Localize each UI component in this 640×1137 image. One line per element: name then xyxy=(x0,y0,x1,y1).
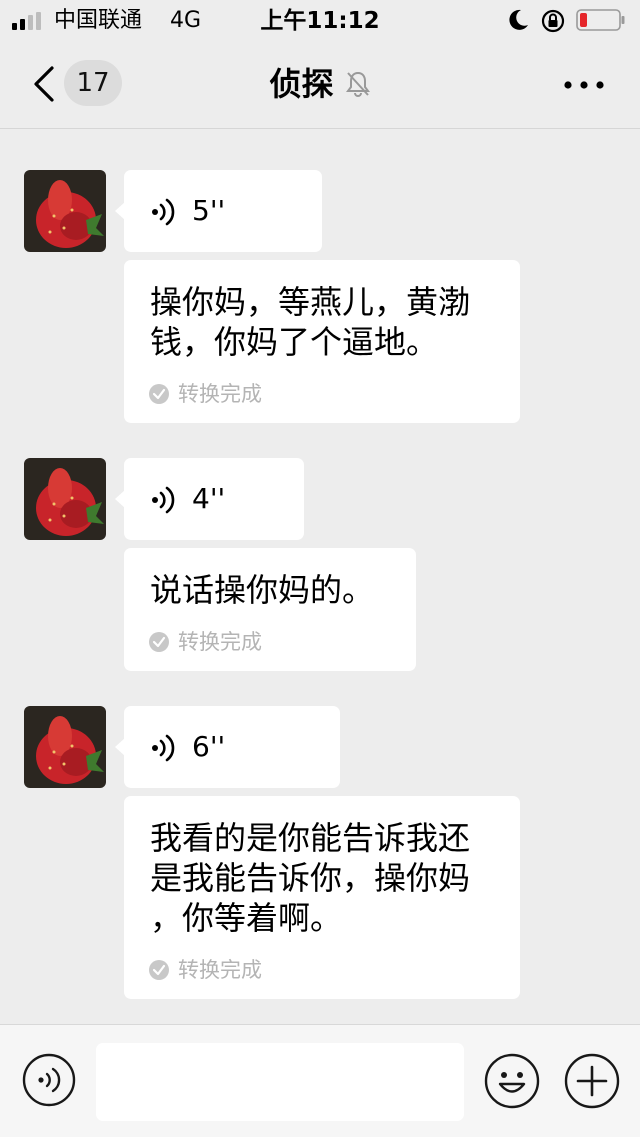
transcript-bubble[interactable]: 操你妈，等燕儿，黄渤 钱，你妈了个逼地。 转换完成 xyxy=(124,260,520,423)
avatar[interactable] xyxy=(24,458,106,540)
plus-icon[interactable] xyxy=(564,1053,620,1109)
battery-icon xyxy=(576,9,625,31)
chat-message-list[interactable]: 5'' 操你妈，等燕儿，黄渤 钱，你妈了个逼地。 转换完成 4'' 说话操你妈的… xyxy=(0,129,640,1024)
transcript-status-label: 转换完成 xyxy=(178,958,262,982)
avatar[interactable] xyxy=(24,706,106,788)
voice-wave-icon xyxy=(152,734,175,762)
check-circle-icon xyxy=(149,960,169,980)
check-circle-icon xyxy=(149,632,169,652)
strawberry-avatar-image xyxy=(24,458,106,540)
rotation-lock-icon xyxy=(541,9,565,33)
chat-header: 17 侦探 xyxy=(0,42,640,129)
voice-duration: 5'' xyxy=(192,194,226,227)
voice-duration: 6'' xyxy=(192,730,226,763)
voice-input-icon[interactable] xyxy=(22,1053,76,1107)
strawberry-avatar-image xyxy=(24,170,106,252)
transcript-bubble[interactable]: 说话操你妈的。 转换完成 xyxy=(124,548,416,671)
transcript-status-label: 转换完成 xyxy=(178,382,262,406)
avatar[interactable] xyxy=(24,170,106,252)
voice-wave-icon xyxy=(152,198,175,226)
strawberry-avatar-image xyxy=(24,706,106,788)
voice-message-bubble[interactable]: 5'' xyxy=(115,170,322,252)
transcript-text: 操你妈，等燕儿，黄渤 钱，你妈了个逼地。 xyxy=(150,283,471,361)
voice-message-bubble[interactable]: 6'' xyxy=(115,706,340,788)
transcript-text: 说话操你妈的。 xyxy=(150,571,375,609)
voice-wave-icon xyxy=(152,486,175,514)
chat-title: 侦探 xyxy=(269,65,334,103)
message-input[interactable] xyxy=(96,1043,464,1121)
emoji-icon[interactable] xyxy=(484,1053,540,1109)
transcript-status-label: 转换完成 xyxy=(178,630,262,654)
transcript-bubble[interactable]: 我看的是你能告诉我还 是我能告诉你，操你妈 ，你等着啊。 转换完成 xyxy=(124,796,520,999)
status-bar: 中国联通 4G 上午11:12 xyxy=(0,0,640,42)
transcript-status: 转换完成 xyxy=(148,956,262,983)
check-circle-icon xyxy=(149,384,169,404)
moon-icon xyxy=(509,9,528,30)
transcript-status: 转换完成 xyxy=(148,380,262,407)
voice-message-bubble[interactable]: 4'' xyxy=(115,458,304,540)
transcript-text: 我看的是你能告诉我还 是我能告诉你，操你妈 ，你等着啊。 xyxy=(150,819,471,937)
chat-input-bar xyxy=(0,1024,640,1137)
voice-duration: 4'' xyxy=(192,482,226,515)
transcript-status: 转换完成 xyxy=(148,628,262,655)
bell-muted-icon xyxy=(345,71,370,97)
chat-title-wrap: 侦探 xyxy=(0,62,640,106)
more-dots-icon[interactable] xyxy=(562,72,606,98)
